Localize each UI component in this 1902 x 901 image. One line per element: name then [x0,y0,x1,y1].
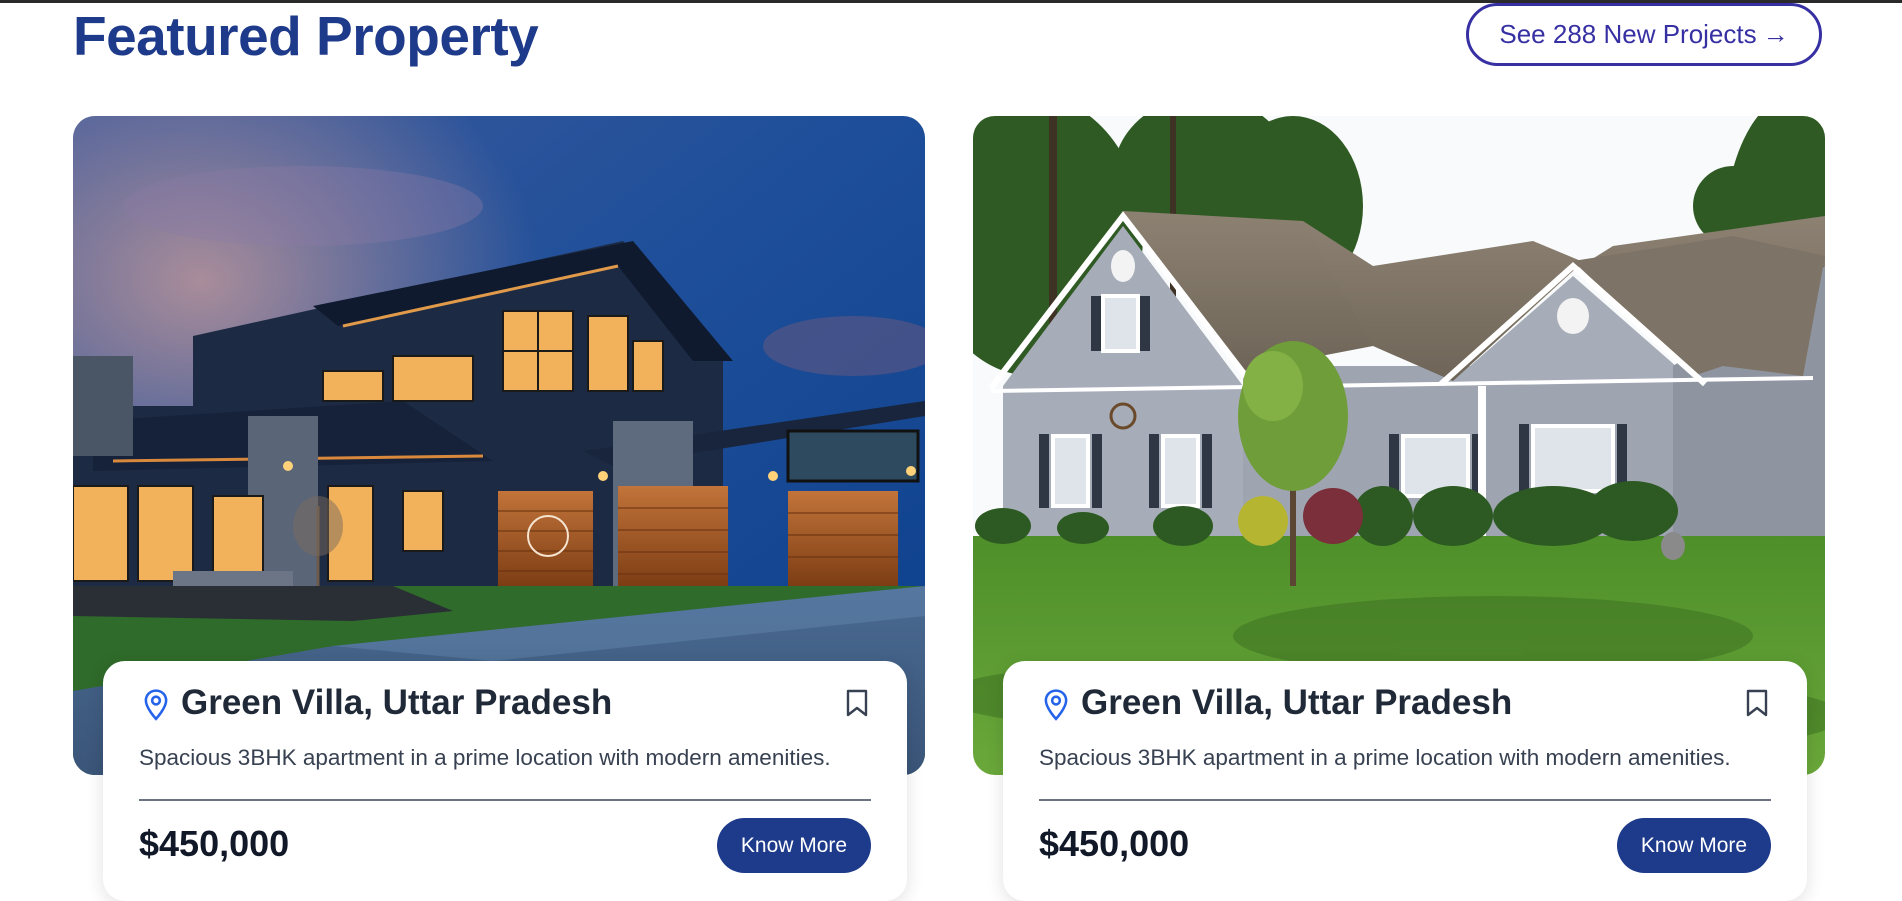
see-new-projects-button[interactable]: See 288 New Projects → [1466,3,1822,66]
location-pin-icon [1044,689,1068,721]
card-divider [139,799,871,801]
know-more-button[interactable]: Know More [1617,818,1771,873]
property-description: Spacious 3BHK apartment in a prime locat… [1039,745,1731,770]
see-new-projects-label: See 288 New Projects [1499,19,1757,49]
know-more-button[interactable]: Know More [717,818,871,873]
card-divider [1039,799,1771,801]
property-title: Green Villa, Uttar Pradesh [1081,683,1513,722]
property-description: Spacious 3BHK apartment in a prime locat… [139,745,831,770]
arrow-right-icon: → [1762,19,1789,49]
property-price: $450,000 [1039,823,1190,864]
bookmark-icon[interactable] [845,689,869,717]
property-title: Green Villa, Uttar Pradesh [181,683,613,722]
location-pin-icon [144,689,168,721]
property-card-1: Green Villa, Uttar Pradesh Spacious 3BHK… [103,661,907,901]
property-card-2: Green Villa, Uttar Pradesh Spacious 3BHK… [1003,661,1807,901]
bookmark-icon[interactable] [1745,689,1769,717]
section-title: Featured Property [73,5,539,67]
property-price: $450,000 [139,823,290,864]
